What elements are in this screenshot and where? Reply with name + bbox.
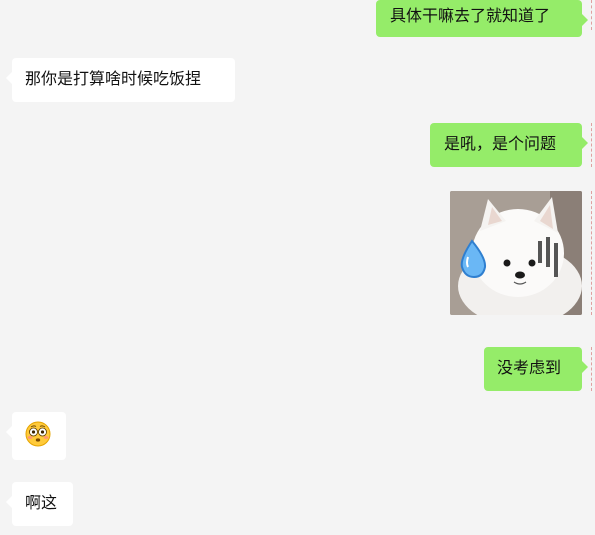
incoming-message-bubble[interactable]: 那你是打算啥时候吃饭捏 <box>6 58 235 102</box>
selection-edge-marker <box>591 347 595 391</box>
flushed-face-emoji <box>25 421 51 447</box>
message-text: 啊这 <box>25 493 58 512</box>
outgoing-message-bubble[interactable]: 没考虑到 <box>484 347 588 391</box>
outgoing-message-bubble[interactable]: 具体干嘛去了就知道了 <box>376 0 588 37</box>
outgoing-message-bubble[interactable]: 是吼，是个问题 <box>430 123 588 167</box>
message-text: 没考虑到 <box>497 358 562 377</box>
message-text: 那你是打算啥时候吃饭捏 <box>25 69 202 88</box>
incoming-message-bubble[interactable]: 啊这 <box>6 482 73 526</box>
selection-edge-marker <box>591 123 595 167</box>
message-text: 是吼，是个问题 <box>444 134 557 153</box>
selection-edge-marker <box>591 191 595 315</box>
sticker-image <box>450 191 582 315</box>
samoyed-dog-sweat-sticker[interactable] <box>450 191 582 315</box>
chat-message-area[interactable]: 具体干嘛去了就知道了 那你是打算啥时候吃饭捏 是吼，是个问题 没考虑到 啊这 <box>0 0 595 535</box>
message-text: 具体干嘛去了就知道了 <box>390 6 551 25</box>
incoming-message-bubble[interactable] <box>6 412 66 460</box>
selection-edge-marker <box>591 0 595 30</box>
